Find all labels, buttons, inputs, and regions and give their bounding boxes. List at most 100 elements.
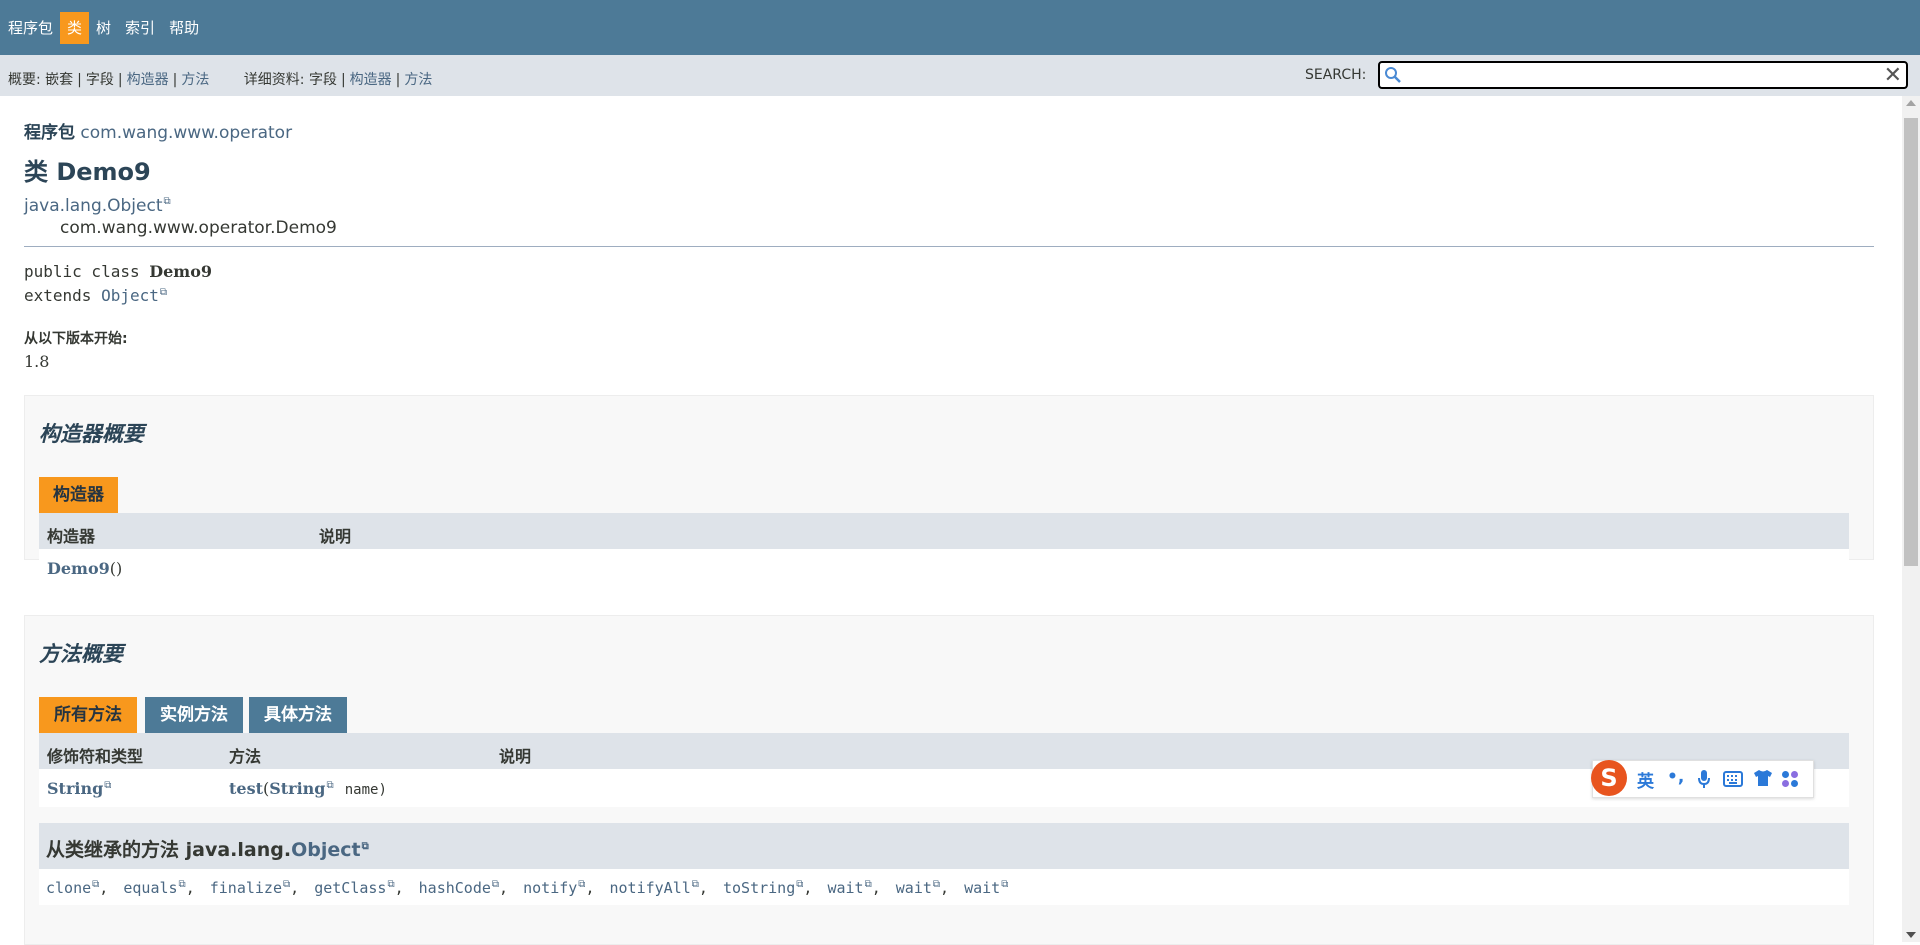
search-icon bbox=[1385, 67, 1401, 83]
external-link-icon: ⧉ bbox=[932, 879, 941, 890]
list-separator: , bbox=[394, 879, 413, 897]
ime-toolbar: S 英 •, bbox=[1591, 760, 1814, 798]
constructor-summary-section: 构造器概要 构造器 构造器 说明 Demo9() bbox=[24, 395, 1874, 587]
external-link-icon: ⧉ bbox=[163, 196, 171, 208]
since-label: 从以下版本开始: bbox=[24, 331, 128, 347]
external-link-icon: ⧉ bbox=[159, 286, 168, 298]
tab-all-methods[interactable]: 所有方法 bbox=[39, 697, 137, 733]
list-separator: , bbox=[585, 879, 604, 897]
inherited-method-link-wait[interactable]: wait bbox=[964, 879, 1000, 897]
reset-search-icon[interactable]: ✕ bbox=[1884, 65, 1902, 87]
inherited-methods-label: 从类继承的方法 java.lang. bbox=[46, 839, 292, 861]
external-link-icon: ⧉ bbox=[864, 879, 872, 890]
constructor-summary-title: 构造器概要 bbox=[39, 422, 144, 446]
constructor-demo9-link[interactable]: Demo9 bbox=[47, 559, 110, 578]
inherited-methods: clone⧉, equals⧉, finalize⧉, getClass⧉, h… bbox=[46, 879, 1008, 897]
detail-fields: 字段 bbox=[308, 72, 337, 88]
method-test-link[interactable]: test bbox=[229, 779, 263, 798]
inherited-method-link-tostring[interactable]: toString bbox=[723, 879, 795, 897]
inherited-method-link-notifyall[interactable]: notifyAll bbox=[610, 879, 691, 897]
ime-language-toggle[interactable]: 英 bbox=[1637, 767, 1654, 792]
inheritance-child: com.wang.www.operator.Demo9 bbox=[60, 218, 337, 238]
constructor-params: () bbox=[109, 559, 123, 578]
string-type-link[interactable]: String bbox=[47, 779, 103, 798]
package-link[interactable]: com.wang.www.operator bbox=[80, 123, 292, 143]
since-value: 1.8 bbox=[24, 352, 50, 371]
inherited-method-link-wait[interactable]: wait bbox=[896, 879, 932, 897]
method-table-header: 修饰符和类型 方法 说明 bbox=[39, 733, 1849, 769]
constructor-entry: Demo9() bbox=[47, 559, 122, 578]
apps-icon[interactable] bbox=[1781, 770, 1799, 788]
skin-icon[interactable] bbox=[1753, 769, 1773, 787]
external-link-icon: ⧉ bbox=[326, 779, 334, 791]
param-name: name) bbox=[344, 782, 387, 798]
nav-package[interactable]: 程序包 bbox=[1, 12, 60, 44]
external-link-icon: ⧉ bbox=[387, 879, 395, 890]
list-separator: , bbox=[290, 879, 309, 897]
method-signature: test(String⧉ name) bbox=[229, 779, 387, 798]
tab-concrete-methods[interactable]: 具体方法 bbox=[249, 697, 347, 733]
scrollbar-thumb[interactable] bbox=[1904, 118, 1918, 566]
table-row: Demo9() bbox=[39, 549, 1849, 587]
inherited-methods-header: 从类继承的方法 java.lang.Object⧉ bbox=[39, 823, 1849, 869]
vertical-scrollbar[interactable] bbox=[1902, 96, 1920, 942]
inheritance-root: java.lang.Object⧉ bbox=[24, 196, 171, 216]
declaration-class-name: Demo9 bbox=[149, 262, 213, 281]
summary-constructors-link[interactable]: 构造器 bbox=[127, 72, 169, 88]
nav-index[interactable]: 索引 bbox=[118, 12, 162, 44]
detail-methods-link[interactable]: 方法 bbox=[404, 72, 432, 88]
page-title: 类 Demo9 bbox=[24, 158, 151, 186]
list-separator: , bbox=[499, 879, 518, 897]
inherited-method-link-finalize[interactable]: finalize bbox=[210, 879, 282, 897]
summary-label: 概要: bbox=[8, 72, 41, 88]
table-row: String⧉ test(String⧉ name) bbox=[39, 769, 1849, 807]
ime-punctuation-toggle[interactable]: •, bbox=[1667, 767, 1684, 787]
col-description: 说明 bbox=[319, 527, 352, 546]
tab-instance-methods[interactable]: 实例方法 bbox=[145, 697, 243, 733]
detail-constructors-link[interactable]: 构造器 bbox=[350, 72, 392, 88]
summary-nested: 嵌套 bbox=[45, 72, 74, 88]
superclass-link[interactable]: Object bbox=[101, 286, 159, 305]
inherited-method-link-wait[interactable]: wait bbox=[827, 879, 863, 897]
microphone-icon[interactable] bbox=[1697, 769, 1711, 789]
inherited-method-link-hashcode[interactable]: hashCode bbox=[419, 879, 491, 897]
extends-declaration: extends Object⧉ bbox=[24, 286, 167, 305]
java-lang-object-link[interactable]: java.lang.Object bbox=[24, 196, 163, 216]
nav-help[interactable]: 帮助 bbox=[162, 12, 206, 44]
col-modifier-type: 修饰符和类型 bbox=[47, 747, 144, 766]
external-link-icon: ⧉ bbox=[361, 840, 369, 852]
scroll-down-arrow-icon[interactable] bbox=[1906, 932, 1916, 938]
inherited-object-link[interactable]: Object bbox=[291, 839, 361, 861]
search-label: SEARCH: bbox=[1305, 67, 1367, 83]
divider bbox=[24, 246, 1874, 247]
col-method: 方法 bbox=[229, 747, 262, 766]
tab-constructors[interactable]: 构造器 bbox=[39, 477, 118, 513]
detail-label: 详细资料: bbox=[243, 72, 305, 88]
search-input[interactable] bbox=[1406, 65, 1870, 87]
list-separator: , bbox=[871, 879, 890, 897]
summary-fields: 字段 bbox=[85, 72, 114, 88]
scroll-up-arrow-icon[interactable] bbox=[1906, 100, 1916, 106]
param-string-type-link[interactable]: String bbox=[269, 779, 325, 798]
external-link-icon: ⧉ bbox=[178, 879, 186, 890]
inherited-method-link-getclass[interactable]: getClass bbox=[314, 879, 386, 897]
keyboard-icon[interactable] bbox=[1723, 771, 1743, 787]
external-link-icon: ⧉ bbox=[491, 879, 500, 890]
list-separator: , bbox=[99, 879, 118, 897]
summary-methods-link[interactable]: 方法 bbox=[181, 72, 209, 88]
sogou-logo-icon[interactable]: S bbox=[1591, 760, 1627, 796]
external-link-icon: ⧉ bbox=[104, 779, 112, 791]
package-line: 程序包 com.wang.www.operator bbox=[24, 118, 292, 143]
col-description: 说明 bbox=[499, 747, 532, 766]
external-link-icon: ⧉ bbox=[691, 879, 699, 890]
method-return-type: String⧉ bbox=[47, 779, 111, 798]
inherited-method-link-equals[interactable]: equals bbox=[123, 879, 177, 897]
inherited-method-link-notify[interactable]: notify bbox=[523, 879, 577, 897]
nav-tree[interactable]: 树 bbox=[89, 12, 118, 44]
nav-class[interactable]: 类 bbox=[60, 11, 90, 44]
list-separator: , bbox=[803, 879, 822, 897]
search-box[interactable]: ✕ bbox=[1378, 61, 1908, 89]
inherited-method-link-clone[interactable]: clone bbox=[46, 879, 91, 897]
package-label: 程序包 bbox=[24, 123, 75, 143]
sub-navigation-bar: 概要: 嵌套 | 字段 | 构造器 | 方法 详细资料: 字段 | 构造器 | 方法 SEARCH:… bbox=[0, 55, 1920, 96]
